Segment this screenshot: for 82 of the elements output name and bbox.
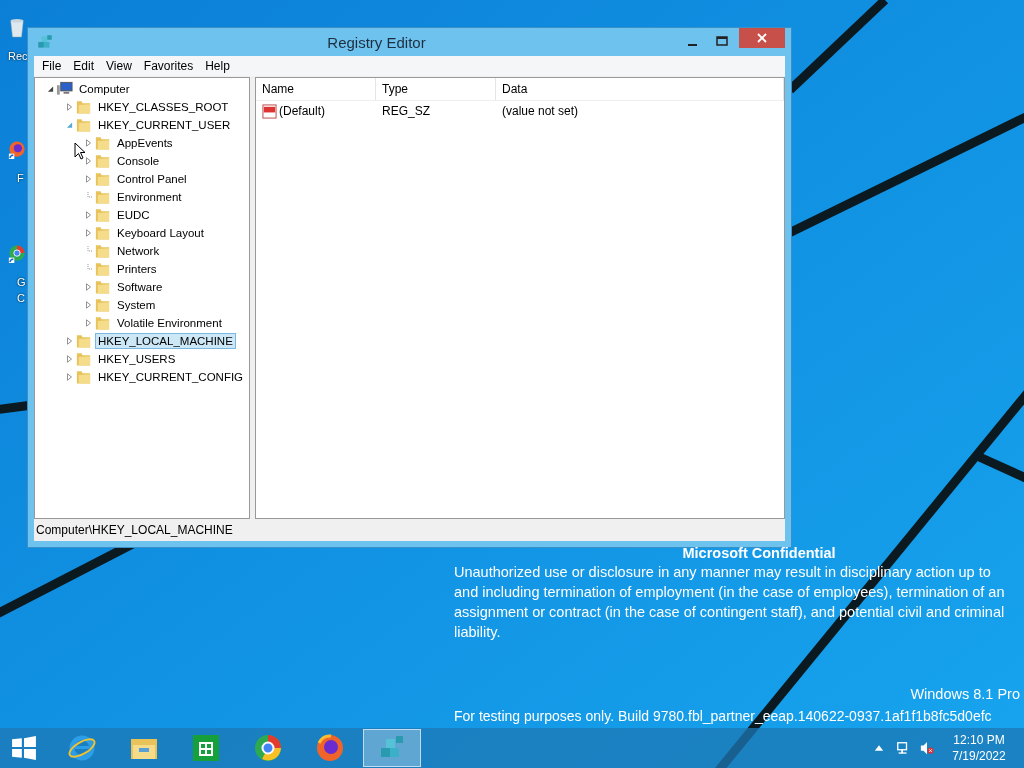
muted-speaker-icon[interactable] xyxy=(920,741,934,755)
tree-item[interactable]: Console xyxy=(114,153,163,169)
tree-item[interactable]: HKEY_CURRENT_USER xyxy=(95,117,234,133)
folder-icon xyxy=(94,207,111,223)
tree-item[interactable]: Software xyxy=(114,279,166,295)
tree-item[interactable]: HKEY_CLASSES_ROOT xyxy=(95,99,232,115)
string-value-icon xyxy=(262,103,277,119)
close-icon xyxy=(757,33,767,43)
menu-item[interactable]: Favorites xyxy=(137,59,200,73)
tree-item[interactable]: HKEY_LOCAL_MACHINE xyxy=(95,333,236,349)
menu-item[interactable]: Edit xyxy=(67,59,101,73)
tree-item[interactable]: Control Panel xyxy=(114,171,190,187)
folder-icon xyxy=(94,297,111,313)
tree-item[interactable]: Printers xyxy=(114,261,160,277)
taskbar-app-button[interactable] xyxy=(363,729,421,767)
clock-time: 12:10 PM xyxy=(953,732,1005,748)
tree-item[interactable]: EUDC xyxy=(114,207,153,223)
desktop-icon-label: G xyxy=(16,275,26,290)
tree-item[interactable]: Environment xyxy=(114,189,185,205)
folder-icon xyxy=(94,135,111,151)
expand-arrow-icon[interactable] xyxy=(84,301,92,309)
tree-item[interactable]: AppEvents xyxy=(114,135,176,151)
collapse-arrow-icon[interactable] xyxy=(46,85,54,93)
tree-item[interactable]: Network xyxy=(114,243,163,259)
column-header[interactable]: Type xyxy=(376,78,496,100)
expand-arrow-icon[interactable] xyxy=(65,373,73,381)
expand-arrow-icon[interactable] xyxy=(84,211,92,219)
expand-arrow-icon[interactable] xyxy=(84,139,92,147)
menu-item[interactable]: View xyxy=(100,59,138,73)
table-cell: (Default) xyxy=(279,104,325,118)
tree-item[interactable]: System xyxy=(114,297,159,313)
computer-icon xyxy=(56,81,73,97)
tree-item[interactable]: Computer xyxy=(76,81,133,97)
clock[interactable]: 12:10 PM 7/19/2022 xyxy=(944,732,1014,764)
folder-icon xyxy=(94,315,111,331)
menu-item[interactable]: Help xyxy=(199,59,236,73)
expand-arrow-icon[interactable] xyxy=(84,283,92,291)
mouse-pointer-icon xyxy=(74,142,86,160)
column-header[interactable]: Data xyxy=(496,78,784,100)
tree-item[interactable]: HKEY_CURRENT_CONFIG xyxy=(95,369,247,385)
column-header[interactable]: Name xyxy=(256,78,376,100)
expand-arrow-icon[interactable] xyxy=(84,157,92,165)
folder-icon xyxy=(75,333,92,349)
folder-icon xyxy=(94,279,111,295)
firefox-icon xyxy=(315,733,345,763)
folder-icon xyxy=(94,225,111,241)
folder-icon xyxy=(94,153,111,169)
watermark-heading: Microsoft Confidential xyxy=(681,545,837,562)
folder-icon xyxy=(94,243,111,259)
folder-icon xyxy=(75,351,92,367)
expand-arrow-icon[interactable] xyxy=(84,229,92,237)
folder-icon xyxy=(94,261,111,277)
network-icon[interactable] xyxy=(896,741,910,755)
expand-arrow-icon[interactable] xyxy=(65,337,73,345)
table-cell-text: REG_SZ xyxy=(381,104,431,118)
tree-item[interactable]: Volatile Environment xyxy=(114,315,225,331)
folder-icon xyxy=(94,189,111,205)
e-logo-icon xyxy=(67,733,97,763)
value-row[interactable]: (Default) REG_SZ (value not set) xyxy=(256,101,784,121)
status-text: Computer\HKEY_LOCAL_MACHINE xyxy=(36,523,233,537)
table-cell-text: (value not set) xyxy=(501,104,580,118)
folder-icon xyxy=(75,99,92,115)
folder-icon xyxy=(75,117,92,133)
desktop-icon-label: C xyxy=(16,291,25,306)
desktop-icon-label: F xyxy=(16,171,24,186)
tree-item[interactable]: HKEY_USERS xyxy=(95,351,179,367)
folder-icon xyxy=(75,369,92,385)
expand-arrow-icon[interactable] xyxy=(65,103,73,111)
expand-arrow-icon[interactable] xyxy=(84,319,92,327)
menu-item[interactable]: File xyxy=(36,59,68,73)
clock-date: 7/19/2022 xyxy=(952,748,1006,764)
tree-item[interactable]: Keyboard Layout xyxy=(114,225,207,241)
close-button[interactable] xyxy=(739,28,785,48)
edition-text: Windows 8.1 Pro xyxy=(909,685,1020,704)
folder-icon xyxy=(94,171,111,187)
chrome-icon xyxy=(253,733,283,763)
expand-arrow-icon[interactable] xyxy=(65,355,73,363)
start-windows-icon[interactable] xyxy=(11,735,37,761)
desktop-icon-label: Rec xyxy=(8,49,28,64)
window-title: Registry Editor xyxy=(326,33,427,51)
expand-arrow-icon[interactable] xyxy=(84,175,92,183)
registry-cubes-icon xyxy=(36,33,54,51)
